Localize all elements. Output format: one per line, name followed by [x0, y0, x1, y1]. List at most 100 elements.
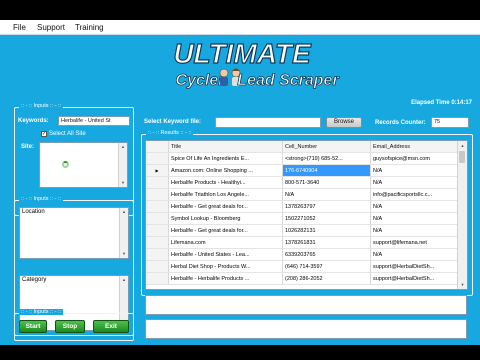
- row-header[interactable]: [146, 200, 169, 213]
- column-header-email[interactable]: Email_Address: [370, 141, 459, 153]
- location-scrollbar[interactable]: ▲ ▼: [119, 208, 128, 258]
- table-row[interactable]: Herbalife Triathlon Los Angele... N/A info…: [146, 188, 459, 201]
- cell-number[interactable]: 800-571-3640: [282, 176, 371, 189]
- table-row[interactable]: Symbol Lookup - Bloomberg 1502271052 N/A: [146, 212, 459, 225]
- scroll-up-icon[interactable]: ▲: [119, 143, 127, 151]
- keyword-file-input[interactable]: [215, 117, 321, 128]
- cell-title[interactable]: Herbalife - Herbalife Products ...: [168, 272, 283, 285]
- menu-file[interactable]: File: [13, 23, 26, 32]
- cell-title[interactable]: Symbol Lookup - Bloomberg: [168, 212, 283, 225]
- cell-number[interactable]: 6339203765: [282, 248, 371, 261]
- location-listbox[interactable]: Location ▲ ▼: [19, 207, 129, 259]
- logo-line1: ULTIMATE: [173, 38, 312, 69]
- cell-number[interactable]: N/A: [282, 188, 371, 201]
- stop-button[interactable]: Stop: [55, 320, 85, 333]
- elapsed-time: Elapsed Time 0:14:17: [411, 100, 472, 106]
- scroll-up-icon[interactable]: ▲: [120, 276, 128, 284]
- keywords-input[interactable]: Herbalife - United St: [58, 116, 130, 126]
- cell-email[interactable]: support@HerbalDietSh...: [370, 260, 459, 273]
- browse-button[interactable]: Browse: [326, 117, 362, 128]
- row-header[interactable]: [146, 248, 169, 261]
- table-row[interactable]: ▶ Amazon.com: Online Shopping ... 176-6740…: [146, 164, 459, 177]
- cell-title[interactable]: Herbalife - Get great deals for...: [168, 224, 283, 237]
- scroll-down-icon[interactable]: ▼: [119, 179, 127, 187]
- cell-number[interactable]: (646) 714-3597: [282, 260, 371, 273]
- column-header-cell-number[interactable]: Cell_Number: [282, 141, 371, 153]
- row-header[interactable]: [146, 188, 169, 201]
- site-listbox[interactable]: ▲ ▼: [39, 142, 128, 188]
- cell-email[interactable]: N/A: [370, 212, 459, 225]
- logo-line2b: Lead Scraper: [237, 72, 339, 89]
- exit-button[interactable]: Exit: [93, 320, 129, 333]
- cell-email[interactable]: support@lifemana.net: [370, 236, 459, 249]
- cell-email[interactable]: info@pacificsportsllc.c...: [370, 188, 459, 201]
- table-row[interactable]: Herbalife Products - Healthyi... 800-571-…: [146, 176, 459, 189]
- cell-title[interactable]: Lifemana.com: [168, 236, 283, 249]
- cell-title[interactable]: Herbalife Products - Healthyi...: [168, 176, 283, 189]
- keywords-label: Keywords:: [18, 118, 49, 124]
- cell-number[interactable]: 1378261831: [282, 236, 371, 249]
- location-label: Location: [22, 209, 45, 215]
- table-row[interactable]: Herbalife - Herbalife Products ... (208) …: [146, 272, 459, 285]
- results-grid[interactable]: Title Cell_Number Email_Address Spice Of…: [145, 140, 468, 290]
- table-row[interactable]: Spice Of Life An Ingredients E... <strong…: [146, 152, 459, 165]
- cell-title[interactable]: Spice Of Life An Ingredients E...: [168, 152, 283, 165]
- select-all-checkbox[interactable]: ✓: [41, 131, 47, 137]
- elapsed-value: 0:14:17: [451, 100, 472, 106]
- cell-title[interactable]: Herbalife - Get great deals for...: [168, 200, 283, 213]
- table-row[interactable]: Herbal Diet Shop - Products W... (646) 71…: [146, 260, 459, 273]
- table-row[interactable]: Lifemana.com 1378261831 support@lifemana.n…: [146, 236, 459, 249]
- table-row[interactable]: Herbalife - Get great deals for... 102628…: [146, 224, 459, 237]
- table-row[interactable]: Herbalife - Get great deals for... 137826…: [146, 200, 459, 213]
- cell-email[interactable]: N/A: [370, 200, 459, 213]
- scroll-down-icon[interactable]: ▼: [458, 280, 467, 289]
- records-counter-label: Records Counter:: [375, 120, 426, 126]
- status-box-1: [145, 295, 467, 315]
- logo-line2a: Cycler: [176, 72, 226, 89]
- cell-number[interactable]: 1502271052: [282, 212, 371, 225]
- scroll-up-icon[interactable]: ▲: [120, 208, 128, 216]
- row-header[interactable]: [146, 272, 169, 285]
- grid-vertical-scrollbar[interactable]: ▲ ▼: [457, 141, 467, 289]
- status-box-2: [145, 319, 467, 339]
- letterbox-bottom: [0, 345, 480, 360]
- cell-email[interactable]: N/A: [370, 224, 459, 237]
- menu-bar: File Support Training: [0, 20, 480, 35]
- cell-number[interactable]: <strong>(719) 685-52...: [282, 152, 371, 165]
- app-window: File Support Training ULTIMATE Cycler Le…: [0, 20, 480, 345]
- cell-title[interactable]: Herbal Diet Shop - Products W...: [168, 260, 283, 273]
- menu-training[interactable]: Training: [75, 23, 104, 32]
- column-header-title[interactable]: Title: [168, 141, 283, 153]
- keyword-file-label: Select Keyword file:: [144, 119, 202, 125]
- menu-support[interactable]: Support: [37, 23, 65, 32]
- row-header[interactable]: [146, 152, 169, 165]
- cell-email[interactable]: N/A: [370, 248, 459, 261]
- row-header[interactable]: [146, 260, 169, 273]
- elapsed-label: Elapsed Time: [411, 100, 450, 106]
- cell-title[interactable]: Herbalife Triathlon Los Angele...: [168, 188, 283, 201]
- scroll-up-icon[interactable]: ▲: [458, 141, 467, 150]
- site-scrollbar[interactable]: ▲ ▼: [118, 143, 127, 187]
- scrollbar-thumb[interactable]: [459, 151, 465, 163]
- table-row[interactable]: Herbalife - United States - Lea... 633920…: [146, 248, 459, 261]
- cell-email[interactable]: guysofspice@msn.com: [370, 152, 459, 165]
- cell-number[interactable]: 1378263797: [282, 200, 371, 213]
- cell-number[interactable]: 1026282131: [282, 224, 371, 237]
- cell-number[interactable]: 176-6740904: [282, 164, 371, 177]
- row-header[interactable]: ▶: [146, 164, 169, 177]
- cell-number[interactable]: (208) 286-2052: [282, 272, 371, 285]
- row-header[interactable]: [146, 176, 169, 189]
- cell-title[interactable]: Herbalife - United States - Lea...: [168, 248, 283, 261]
- row-header-corner: [146, 141, 169, 153]
- cell-title[interactable]: Amazon.com: Online Shopping ...: [168, 164, 283, 177]
- row-header[interactable]: [146, 224, 169, 237]
- cell-email[interactable]: N/A: [370, 176, 459, 189]
- cell-email[interactable]: N/A: [370, 164, 459, 177]
- letterbox-top: [0, 0, 480, 20]
- cell-email[interactable]: support@HerbalDietSh...: [370, 272, 459, 285]
- inputs-legend: :: - :: Inputs :: - ::: [19, 103, 64, 109]
- start-button[interactable]: Start: [19, 320, 47, 333]
- scroll-down-icon[interactable]: ▼: [120, 250, 128, 258]
- row-header[interactable]: [146, 212, 169, 225]
- row-header[interactable]: [146, 236, 169, 249]
